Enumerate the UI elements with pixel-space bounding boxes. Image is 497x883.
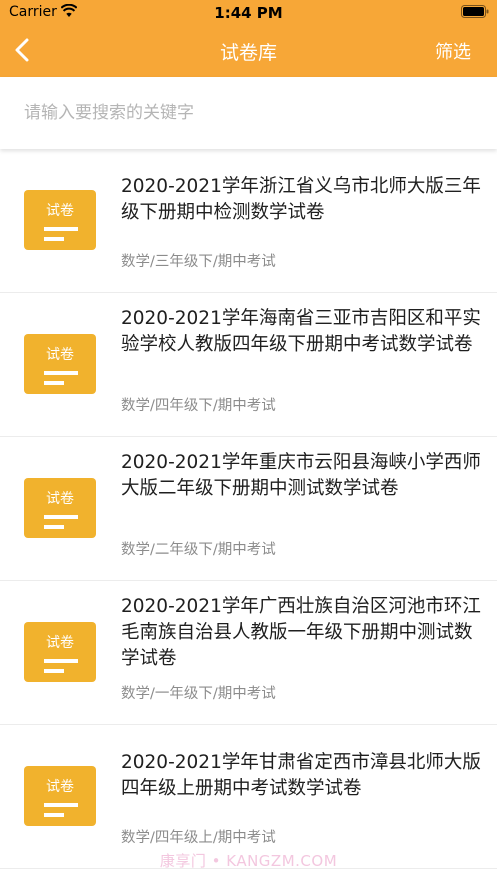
paper-title: 2020-2021学年甘肃省定西市漳县北师大版四年级上册期中考试数学试卷 <box>121 752 481 799</box>
status-time: 1:44 PM <box>214 4 283 22</box>
header: Carrier 1:44 PM 试卷库 筛选 <box>0 0 497 77</box>
paper-tag: 数学/一年级下/期中考试 <box>121 686 276 702</box>
nav-bar: 试卷库 筛选 <box>0 25 497 77</box>
watermark: 康享门 • KANGZM.COM <box>159 852 338 870</box>
paper-title: 2020-2021学年重庆市云阳县海峡小学西师大版二年级下册期中测试数学试卷 <box>121 452 481 499</box>
list-item[interactable]: 试卷 2020-2021学年广西壮族自治区河池市环江毛南族自治县人教版一年级下册… <box>0 581 497 725</box>
paper-tag: 数学/四年级下/期中考试 <box>121 398 276 414</box>
search-input[interactable] <box>24 99 464 127</box>
paper-icon: 试卷 <box>24 190 96 250</box>
battery-icon <box>461 5 489 18</box>
paper-tag: 数学/四年级上/期中考试 <box>121 830 276 846</box>
filter-button[interactable]: 筛选 <box>435 38 471 64</box>
paper-title: 2020-2021学年广西壮族自治区河池市环江毛南族自治县人教版一年级下册期中测… <box>121 596 481 669</box>
paper-icon: 试卷 <box>24 622 96 682</box>
list-item[interactable]: 试卷 2020-2021学年重庆市云阳县海峡小学西师大版二年级下册期中测试数学试… <box>0 437 497 581</box>
list-item[interactable]: 试卷 2020-2021学年海南省三亚市吉阳区和平实验学校人教版四年级下册期中考… <box>0 293 497 437</box>
page-title: 试卷库 <box>219 42 277 64</box>
paper-icon: 试卷 <box>24 478 96 538</box>
status-bar: Carrier 1:44 PM <box>0 0 497 25</box>
paper-icon: 试卷 <box>24 766 96 826</box>
list-item[interactable]: 试卷 2020-2021学年浙江省义乌市北师大版三年级下册期中检测数学试卷 数学… <box>0 149 497 293</box>
search-bar <box>0 77 497 149</box>
list-item[interactable]: 试卷 2020-2021学年甘肃省定西市漳县北师大版四年级上册期中考试数学试卷 … <box>0 725 497 869</box>
paper-tag: 数学/二年级下/期中考试 <box>121 542 276 558</box>
paper-tag: 数学/三年级下/期中考试 <box>121 254 276 270</box>
paper-title: 2020-2021学年海南省三亚市吉阳区和平实验学校人教版四年级下册期中考试数学… <box>121 308 481 355</box>
paper-list: 试卷 2020-2021学年浙江省义乌市北师大版三年级下册期中检测数学试卷 数学… <box>0 149 497 869</box>
paper-title: 2020-2021学年浙江省义乌市北师大版三年级下册期中检测数学试卷 <box>121 176 481 223</box>
paper-icon: 试卷 <box>24 334 96 394</box>
